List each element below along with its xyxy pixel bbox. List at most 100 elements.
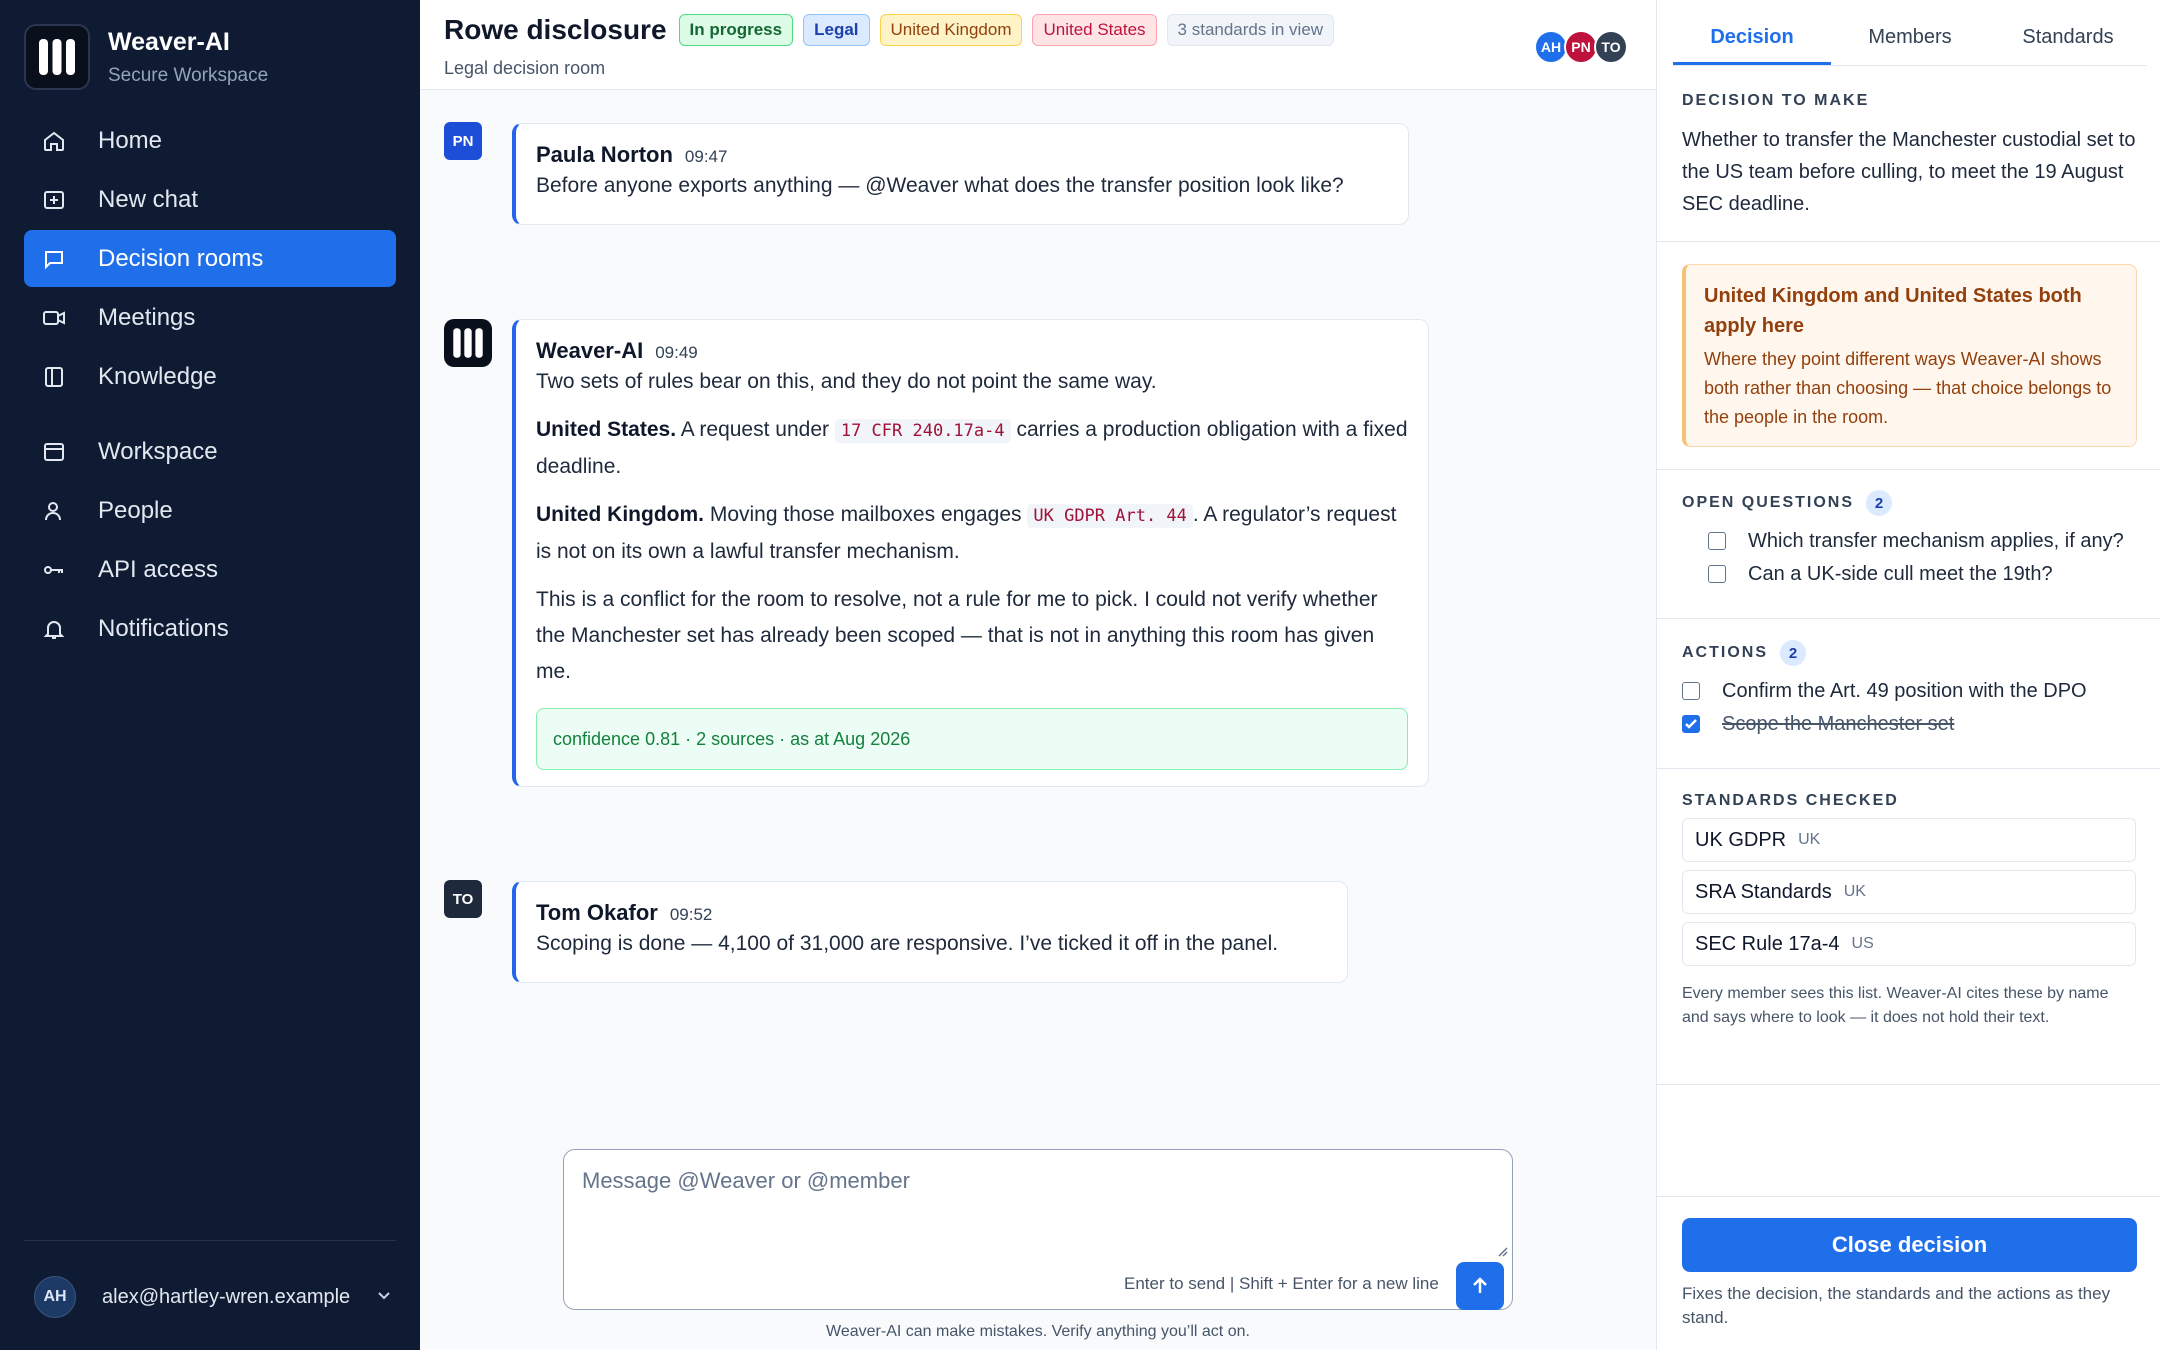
home-icon: [40, 127, 68, 155]
resize-handle-icon[interactable]: [1496, 1245, 1508, 1257]
close-decision-button[interactable]: Close decision: [1682, 1218, 2137, 1272]
message-text: Before anyone exports anything — @Weaver…: [536, 174, 1344, 197]
window-icon: [40, 438, 68, 466]
section-label: STANDARDS CHECKED: [1682, 792, 1899, 809]
sidebar-item-people[interactable]: People: [24, 482, 396, 539]
ai-message-bubble: Weaver-AI 09:49 Two sets of rules bear o…: [512, 319, 1429, 787]
panel-tabs: Decision Members Standards: [1673, 0, 2147, 66]
arrow-up-icon: [1473, 1277, 1487, 1293]
standard-jurisdiction: UK: [1798, 831, 1821, 848]
count-badge: 2: [1866, 490, 1893, 516]
composer-hint: Enter to send | Shift + Enter for a new …: [1124, 1274, 1439, 1293]
sidebar-item-label: Workspace: [98, 437, 218, 465]
avatar: AH: [34, 1276, 76, 1318]
section-label: DECISION TO MAKE: [1682, 92, 1870, 109]
standard-name: UK GDPR: [1695, 828, 1787, 851]
section-label: ACTIONS: [1682, 644, 1768, 661]
sidebar-nav: Home New chat Decision rooms Meetings Kn…: [24, 112, 396, 659]
count-badge: 2: [1780, 640, 1806, 666]
jurisdiction-warning: United Kingdom and United States both ap…: [1682, 264, 2137, 447]
message-bubble: Tom Okafor 09:52 Scoping is done — 4,100…: [512, 881, 1348, 983]
section-label: OPEN QUESTIONS: [1682, 494, 1855, 511]
page-title: Rowe disclosure: [444, 14, 667, 45]
sidebar-item-label: API access: [98, 555, 219, 583]
open-questions-section: OPEN QUESTIONS 2 Which transfer mechanis…: [1682, 490, 2136, 586]
standard-jurisdiction: UK: [1843, 883, 1866, 900]
account-switcher[interactable]: AH alex@hartley-wren.example: [34, 1276, 394, 1318]
key-icon: [40, 556, 68, 584]
jurisdiction-badge-uk: United Kingdom: [879, 14, 1023, 46]
sidebar-item-label: Decision rooms: [98, 244, 264, 272]
sidebar-item-meetings[interactable]: Meetings: [24, 289, 396, 346]
standard-item[interactable]: SEC Rule 17a-4 US: [1682, 922, 2136, 966]
sidebar-item-label: New chat: [98, 185, 199, 213]
app-name: Weaver-AI: [108, 27, 230, 56]
sidebar-item-home[interactable]: Home: [24, 112, 396, 169]
standard-item[interactable]: SRA Standards UK: [1682, 870, 2136, 914]
avatar[interactable]: AH: [1534, 30, 1568, 64]
message-text: Scoping is done — 4,100 of 31,000 are re…: [536, 932, 1279, 955]
weaver-logo-icon: [444, 319, 492, 367]
message-time: 09:52: [669, 905, 713, 924]
member-avatars[interactable]: AH PN TO: [1534, 30, 1628, 64]
tab-members[interactable]: Members: [1831, 0, 1989, 65]
standards-note: Every member sees this list. Weaver-AI c…: [1682, 985, 2109, 1026]
message-author: Tom Okafor: [536, 900, 658, 925]
question-checkbox[interactable]: [1708, 532, 1726, 550]
tab-standards[interactable]: Standards: [1989, 0, 2147, 65]
standard-jurisdiction: US: [1851, 935, 1874, 952]
brand: Weaver-AI Secure Workspace: [24, 24, 268, 90]
send-button[interactable]: [1456, 1262, 1504, 1310]
decision-panel: Decision Members Standards DECISION TO M…: [1656, 0, 2160, 1350]
room-subtitle: Legal decision room: [444, 58, 606, 78]
warning-body: Where they point different ways Weaver-A…: [1704, 349, 2112, 427]
question-checkbox[interactable]: [1708, 565, 1726, 583]
message-time: 09:49: [655, 343, 698, 362]
avatar[interactable]: PN: [1564, 30, 1598, 64]
action-checkbox[interactable]: [1682, 715, 1700, 733]
message-text: Two sets of rules bear on this, and they…: [536, 370, 1157, 393]
message-paragraph: This is a conflict for the room to resol…: [536, 588, 1378, 683]
category-badge: Legal: [803, 14, 870, 46]
question-label: Which transfer mechanism applies, if any…: [1748, 530, 2124, 552]
avatar[interactable]: TO: [1594, 30, 1628, 64]
message-input-placeholder: Message @Weaver or @member: [582, 1168, 910, 1193]
question-label: Can a UK-side cull meet the 19th?: [1748, 563, 2053, 585]
sidebar-item-decision-rooms[interactable]: Decision rooms: [24, 230, 396, 287]
message-paragraph-uk: United Kingdom. Moving those mailboxes e…: [536, 503, 1397, 563]
room-header: Rowe disclosure In progress Legal United…: [420, 0, 1656, 90]
message-time: 09:47: [684, 147, 728, 166]
sidebar-item-api-access[interactable]: API access: [24, 541, 396, 598]
sidebar-item-new-chat[interactable]: New chat: [24, 171, 396, 228]
check-icon: [1685, 719, 1697, 729]
sidebar-item-notifications[interactable]: Notifications: [24, 600, 396, 657]
app-subtitle: Secure Workspace: [108, 64, 269, 86]
standards-badge[interactable]: 3 standards in view: [1166, 14, 1335, 46]
sidebar-item-label: Knowledge: [98, 362, 217, 390]
standard-name: SEC Rule 17a-4: [1695, 932, 1840, 955]
action-label: Confirm the Art. 49 position with the DP…: [1722, 680, 2087, 702]
message-input[interactable]: Message @Weaver or @member Enter to send…: [563, 1149, 1513, 1310]
action-item: Scope the Manchester set: [1682, 713, 2136, 736]
standard-name: SRA Standards: [1695, 880, 1832, 903]
message-paragraph-us: United States. A request under 17 CFR 24…: [536, 418, 1408, 478]
action-item: Confirm the Art. 49 position with the DP…: [1682, 680, 2136, 703]
person-icon: [40, 497, 68, 525]
standard-item[interactable]: UK GDPR UK: [1682, 818, 2136, 862]
action-label: Scope the Manchester set: [1722, 713, 1955, 735]
tab-decision[interactable]: Decision: [1673, 0, 1831, 65]
sidebar-item-knowledge[interactable]: Knowledge: [24, 348, 396, 405]
chevron-down-icon: [374, 1285, 394, 1310]
weaver-logo-icon: [24, 24, 90, 90]
sidebar-footer: AH alex@hartley-wren.example: [0, 1240, 420, 1350]
sidebar-item-workspace[interactable]: Workspace: [24, 423, 396, 480]
sidebar-item-label: People: [98, 496, 173, 524]
close-decision-note: Fixes the decision, the standards and th…: [1682, 1284, 2111, 1327]
citation-code: 17 CFR 240.17a-4: [834, 419, 1011, 443]
status-badge: In progress: [678, 14, 794, 46]
citation-code: UK GDPR Art. 44: [1027, 504, 1193, 528]
confidence-bar: confidence 0.81 · 2 sources · as at Aug …: [536, 708, 1408, 770]
bell-icon: [40, 615, 68, 643]
action-checkbox[interactable]: [1682, 682, 1700, 700]
actions-section: ACTIONS 2 Confirm the Art. 49 position w…: [1682, 640, 2136, 736]
